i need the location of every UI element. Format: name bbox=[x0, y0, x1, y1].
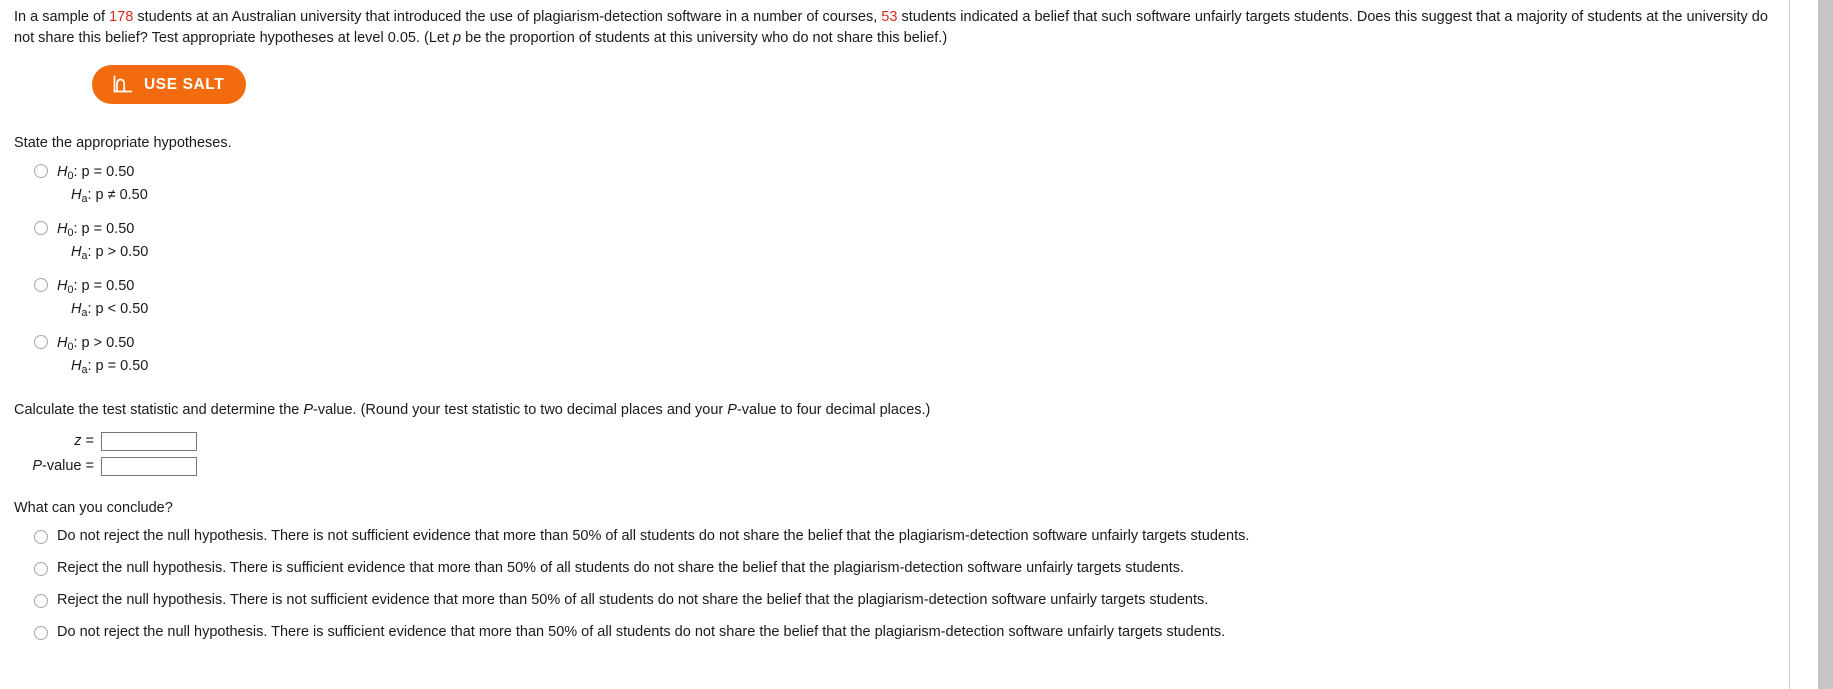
pvalue-label-rest: -value = bbox=[42, 458, 94, 475]
null-hypothesis-line: H0: p = 0.50 bbox=[57, 163, 135, 182]
conclusion-option-4-label: Do not reject the null hypothesis. There… bbox=[57, 623, 1226, 640]
pvalue-symbol-3: P bbox=[32, 458, 42, 475]
null-h-subscript: 0 bbox=[67, 169, 74, 182]
z-statistic-row: z = bbox=[26, 431, 1775, 451]
alt-h-subscript: a bbox=[81, 307, 88, 320]
alt-h-rest: : p < 0.50 bbox=[87, 301, 149, 318]
radio-button-icon[interactable] bbox=[34, 334, 48, 349]
alt-h-subscript: a bbox=[81, 250, 88, 263]
use-salt-button[interactable]: USE SALT bbox=[92, 65, 247, 105]
hypothesis-option-1[interactable]: H0: p = 0.50 Ha: p ≠ 0.50 bbox=[34, 161, 1775, 208]
alt-h-rest: : p = 0.50 bbox=[87, 358, 149, 374]
alt-h-symbol: H bbox=[71, 187, 82, 204]
alt-h-symbol: H bbox=[71, 244, 82, 261]
stat-prompt-part1: Calculate the test statistic and determi… bbox=[14, 402, 304, 419]
conclusion-option-1[interactable]: Do not reject the null hypothesis. There… bbox=[34, 527, 1775, 546]
radio-button-icon[interactable] bbox=[34, 220, 48, 235]
distribution-curve-icon bbox=[113, 75, 132, 93]
count-value: 53 bbox=[881, 9, 898, 25]
pvalue-symbol-2: P bbox=[727, 402, 737, 419]
problem-text-part1: In a sample of bbox=[14, 9, 110, 25]
problem-statement: In a sample of 178 students at an Austra… bbox=[14, 7, 1775, 49]
alt-h-rest: : p ≠ 0.50 bbox=[87, 187, 148, 204]
null-h-rest: : p = 0.50 bbox=[73, 220, 135, 237]
hypotheses-prompt: State the appropriate hypotheses. bbox=[14, 135, 232, 152]
null-h-subscript: 0 bbox=[67, 340, 74, 353]
radio-button-icon[interactable] bbox=[34, 163, 48, 178]
radio-button-icon[interactable] bbox=[34, 277, 48, 292]
p-symbol: p bbox=[453, 30, 462, 47]
null-h-rest: : p = 0.50 bbox=[73, 277, 135, 294]
z-equals: = bbox=[81, 433, 94, 450]
null-h-symbol: H bbox=[57, 277, 68, 294]
alt-hypothesis-line: Ha: p = 0.50 bbox=[57, 358, 149, 376]
p-value-label: P-value = bbox=[26, 458, 101, 474]
radio-button-icon[interactable] bbox=[34, 625, 48, 640]
pvalue-symbol-1: P bbox=[303, 402, 314, 419]
null-hypothesis-line: H0: p = 0.50 bbox=[57, 220, 135, 239]
alt-h-subscript: a bbox=[81, 364, 88, 376]
alt-h-rest: : p > 0.50 bbox=[87, 244, 149, 261]
stat-prompt-part2: -value. (Round your test statistic to tw… bbox=[313, 402, 728, 419]
null-h-symbol: H bbox=[57, 220, 68, 237]
hypotheses-radio-group: H0: p = 0.50 Ha: p ≠ 0.50 H0: p = 0.50 H… bbox=[14, 161, 1775, 379]
conclusion-option-3-label: Reject the null hypothesis. There is not… bbox=[57, 591, 1209, 608]
hypothesis-option-4[interactable]: H0: p > 0.50 Ha: p = 0.50 bbox=[34, 332, 1775, 379]
alt-hypothesis-line: Ha: p > 0.50 bbox=[57, 244, 149, 263]
conclusion-prompt: What can you conclude? bbox=[14, 499, 173, 516]
p-value-row: P-value = bbox=[26, 456, 1775, 476]
test-statistic-prompt: Calculate the test statistic and determi… bbox=[14, 400, 1775, 420]
alt-h-symbol: H bbox=[71, 301, 82, 318]
hypothesis-option-2[interactable]: H0: p = 0.50 Ha: p > 0.50 bbox=[34, 218, 1775, 265]
salt-button-row: USE SALT bbox=[14, 65, 1775, 105]
null-h-subscript: 0 bbox=[67, 226, 74, 239]
answer-input-rows: z = P-value = bbox=[14, 431, 1775, 476]
null-h-symbol: H bbox=[57, 163, 68, 180]
radio-button-icon[interactable] bbox=[34, 530, 48, 545]
hypothesis-option-3[interactable]: H0: p = 0.50 Ha: p < 0.50 bbox=[34, 275, 1775, 322]
hypothesis-option-1-text: H0: p = 0.50 Ha: p ≠ 0.50 bbox=[57, 161, 148, 208]
stat-prompt-part3: -value to four decimal places.) bbox=[736, 402, 931, 419]
conclusion-option-2-label: Reject the null hypothesis. There is suf… bbox=[57, 559, 1185, 576]
hypothesis-option-3-text: H0: p = 0.50 Ha: p < 0.50 bbox=[57, 275, 148, 322]
page-scrollbar-thumb[interactable] bbox=[1818, 0, 1833, 689]
alt-hypothesis-line: Ha: p < 0.50 bbox=[57, 301, 149, 320]
conclusion-radio-group: Do not reject the null hypothesis. There… bbox=[14, 527, 1775, 641]
radio-button-icon[interactable] bbox=[34, 593, 48, 608]
problem-text-part4: be the proportion of students at this un… bbox=[461, 30, 948, 47]
null-hypothesis-line: H0: p > 0.50 bbox=[57, 334, 135, 353]
null-h-rest: : p > 0.50 bbox=[73, 334, 135, 351]
content-pane: In a sample of 178 students at an Austra… bbox=[0, 0, 1790, 689]
alt-h-subscript: a bbox=[81, 193, 88, 206]
conclusion-option-2[interactable]: Reject the null hypothesis. There is suf… bbox=[34, 559, 1775, 578]
right-gutter bbox=[1791, 0, 1833, 689]
z-statistic-input[interactable] bbox=[101, 431, 197, 451]
hypothesis-option-2-text: H0: p = 0.50 Ha: p > 0.50 bbox=[57, 218, 148, 265]
use-salt-label: USE SALT bbox=[144, 76, 225, 94]
page-scrollbar-track[interactable] bbox=[1818, 0, 1833, 689]
conclusion-option-1-label: Do not reject the null hypothesis. There… bbox=[57, 528, 1250, 545]
null-h-rest: : p = 0.50 bbox=[73, 163, 135, 180]
alt-h-symbol: H bbox=[71, 358, 82, 374]
null-h-subscript: 0 bbox=[67, 283, 74, 296]
homework-question-page: In a sample of 178 students at an Austra… bbox=[0, 0, 1833, 689]
problem-text-part2: students at an Australian university tha… bbox=[133, 9, 882, 25]
conclusion-option-3[interactable]: Reject the null hypothesis. There is not… bbox=[34, 591, 1775, 610]
alt-hypothesis-line: Ha: p ≠ 0.50 bbox=[57, 187, 148, 206]
z-symbol: z bbox=[74, 433, 82, 450]
radio-button-icon[interactable] bbox=[34, 561, 48, 576]
null-hypothesis-line: H0: p = 0.50 bbox=[57, 277, 135, 296]
sample-size-value: 178 bbox=[109, 9, 134, 25]
hypothesis-option-4-text: H0: p > 0.50 Ha: p = 0.50 bbox=[57, 332, 148, 379]
null-h-symbol: H bbox=[57, 334, 68, 351]
z-label: z = bbox=[26, 433, 101, 449]
p-value-input[interactable] bbox=[101, 456, 197, 476]
conclusion-option-4[interactable]: Do not reject the null hypothesis. There… bbox=[34, 623, 1775, 642]
